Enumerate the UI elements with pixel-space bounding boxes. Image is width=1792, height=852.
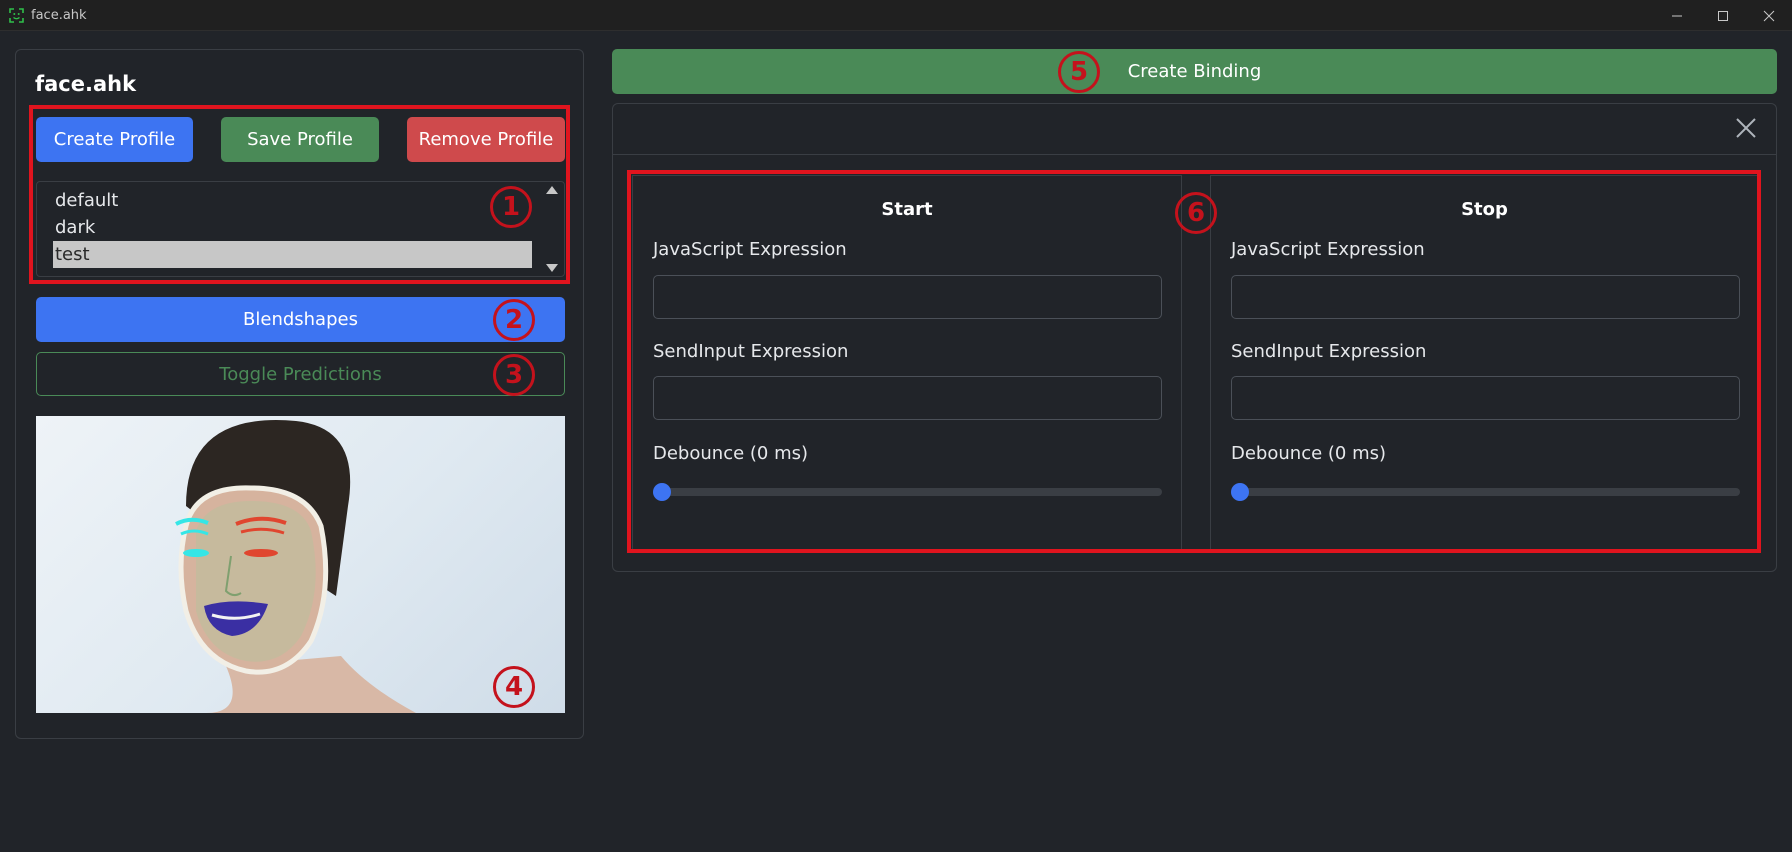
face-mesh-overlay [175,420,416,713]
annotation-marker-3: 3 [493,354,535,396]
annotation-marker-2: 2 [493,299,535,341]
close-icon[interactable] [1746,0,1792,31]
close-binding-icon[interactable] [1733,115,1759,141]
create-binding-button[interactable]: Create Binding [612,49,1777,94]
camera-preview [36,416,565,713]
annotation-marker-5: 5 [1058,51,1100,93]
annotation-marker-1: 1 [490,186,532,228]
annotation-box-profiles [29,105,570,284]
toggle-predictions-button[interactable]: Toggle Predictions [36,352,565,396]
app-face-icon [9,8,24,23]
panel-title: face.ahk [35,72,137,96]
window-title: face.ahk [31,8,87,23]
annotation-marker-6: 6 [1175,192,1217,234]
blendshapes-button[interactable]: Blendshapes [36,297,565,342]
binding-header [613,104,1776,155]
title-bar: face.ahk [0,0,1792,31]
maximize-icon[interactable] [1700,0,1746,31]
annotation-marker-4: 4 [493,666,535,708]
minimize-icon[interactable] [1654,0,1700,31]
